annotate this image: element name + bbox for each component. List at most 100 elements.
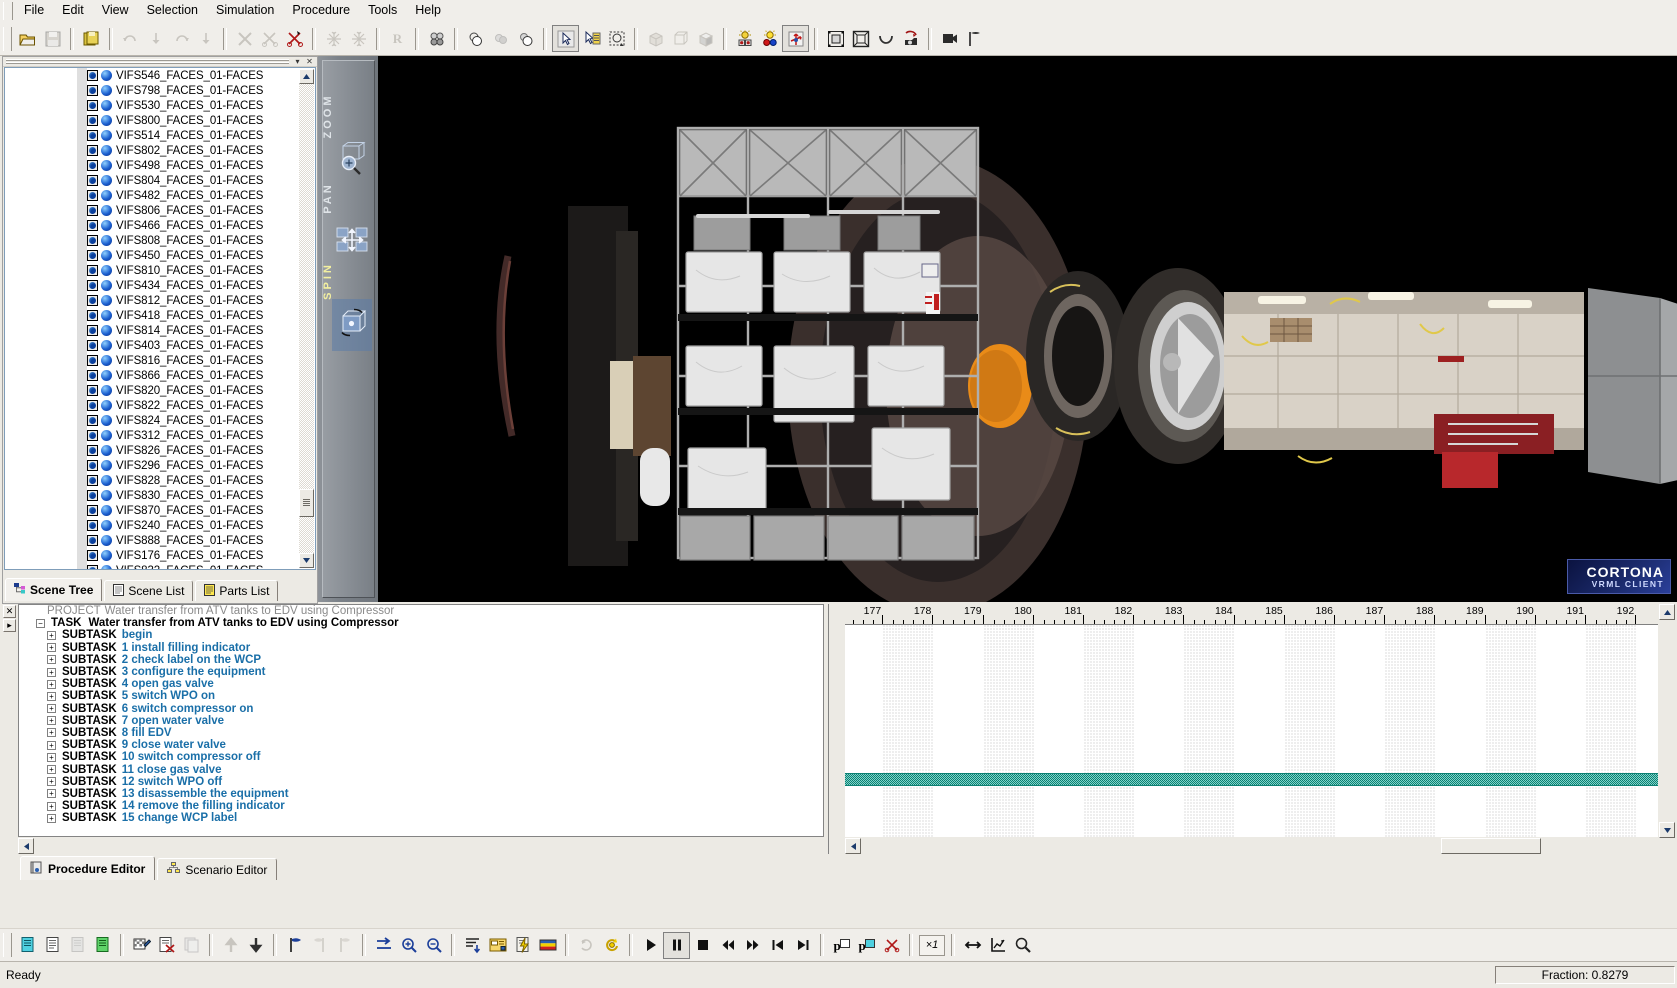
bottom-view-button[interactable] (873, 26, 898, 51)
rewind-button[interactable] (715, 933, 740, 958)
fit-all-button[interactable] (848, 26, 873, 51)
visibility-icon[interactable] (87, 490, 98, 501)
visibility-icon[interactable] (87, 70, 98, 81)
collision-button[interactable] (424, 26, 449, 51)
goto-time-button[interactable] (371, 933, 396, 958)
find-button[interactable] (1010, 933, 1035, 958)
scene-tree-item[interactable]: VIFS466_FACES_01-FACES (5, 218, 300, 233)
procedure-tree[interactable]: PROJECT Water transfer from ATV tanks to … (18, 604, 824, 837)
hide-button[interactable] (488, 26, 513, 51)
show-all-button[interactable] (463, 26, 488, 51)
save-all-button[interactable] (79, 26, 104, 51)
scene-tree-item[interactable]: VIFS418_FACES_01-FACES (5, 308, 300, 323)
new-subtask-button[interactable] (65, 933, 90, 958)
set-keyframe-button[interactable] (282, 933, 307, 958)
procedure-subtask-row[interactable]: + SUBTASK 6 switch compressor on (19, 703, 823, 715)
visibility-icon[interactable] (87, 205, 98, 216)
reset-button[interactable]: R (385, 26, 410, 51)
scroll-up-arrow[interactable] (299, 69, 314, 84)
stop-button[interactable] (690, 933, 715, 958)
tab-scene-list[interactable]: Scene List (104, 580, 194, 601)
viewpoint-button[interactable] (937, 26, 962, 51)
scene-tree-item[interactable]: VIFS814_FACES_01-FACES (5, 323, 300, 338)
visibility-icon[interactable] (87, 175, 98, 186)
axis-manipulator-button[interactable] (782, 25, 809, 52)
subtask-expand-toggle[interactable]: + (47, 667, 56, 677)
menu-item-selection[interactable]: Selection (138, 1, 207, 21)
lights-off-button[interactable] (732, 26, 757, 51)
visibility-icon[interactable] (87, 415, 98, 426)
timeline-hscroll-left[interactable] (845, 838, 861, 854)
visibility-icon[interactable] (87, 325, 98, 336)
visibility-icon[interactable] (87, 160, 98, 171)
cut-link-button[interactable] (257, 26, 282, 51)
subtask-expand-toggle[interactable]: + (47, 752, 56, 762)
visibility-icon[interactable] (87, 550, 98, 561)
visibility-icon[interactable] (87, 295, 98, 306)
subtask-expand-toggle[interactable]: + (47, 704, 56, 714)
subtask-expand-toggle[interactable]: + (47, 716, 56, 726)
visibility-icon[interactable] (87, 370, 98, 381)
toolbar-grip[interactable] (3, 26, 12, 51)
visibility-icon[interactable] (87, 400, 98, 411)
zoom-out-button[interactable] (421, 933, 446, 958)
procedure-expand-button[interactable]: ▸ (3, 619, 16, 632)
render-solid-button[interactable] (643, 26, 668, 51)
procedure-subtask-row[interactable]: + SUBTASK 8 fill EDV (19, 727, 823, 739)
visibility-icon[interactable] (87, 445, 98, 456)
menu-item-file[interactable]: File (15, 1, 53, 21)
cancel-simulation-button[interactable] (879, 933, 904, 958)
scene-tree-item[interactable]: VIFS826_FACES_01-FACES (5, 443, 300, 458)
scene-tree-item[interactable]: VIFS403_FACES_01-FACES (5, 338, 300, 353)
procedure-subtask-row[interactable]: + SUBTASK 3 configure the equipment (19, 666, 823, 678)
vscroll-track[interactable] (299, 84, 314, 553)
scene-tree-item[interactable]: VIFS176_FACES_01-FACES (5, 548, 300, 563)
prev-keyframe-button[interactable] (307, 933, 332, 958)
scene-tree-item[interactable]: VIFS806_FACES_01-FACES (5, 203, 300, 218)
skip-start-button[interactable] (765, 933, 790, 958)
procedure-subtask-row[interactable]: + SUBTASK 13 disassemble the equipment (19, 788, 823, 800)
procedure-subtask-row[interactable]: + SUBTASK 2 check label on the WCP (19, 654, 823, 666)
scene-tree-list[interactable]: VIFS546_FACES_01-FACES VIFS798_FACES_01-F… (5, 68, 300, 569)
procedure-subtask-row[interactable]: + SUBTASK 5 switch WPO on (19, 690, 823, 702)
pick-properties-button[interactable] (579, 26, 604, 51)
new-task-button[interactable] (40, 933, 65, 958)
delete-item-button[interactable] (154, 933, 179, 958)
visibility-icon[interactable] (87, 250, 98, 261)
timeline-hscrollbar[interactable] (845, 838, 1658, 854)
subtask-expand-toggle[interactable]: + (47, 643, 56, 653)
visibility-icon[interactable] (87, 310, 98, 321)
subtask-expand-toggle[interactable]: + (47, 679, 56, 689)
timeline-vscrollbar[interactable] (1659, 604, 1675, 854)
scene-tree-item[interactable]: VIFS804_FACES_01-FACES (5, 173, 300, 188)
bottom-toolbar-grip[interactable] (3, 933, 12, 957)
subtask-expand-toggle[interactable]: + (47, 655, 56, 665)
new-procedure-button[interactable] (15, 933, 40, 958)
scene-tree-item[interactable]: VIFS866_FACES_01-FACES (5, 368, 300, 383)
panel-close-button[interactable]: ✕ (304, 57, 315, 66)
nav-spin-button[interactable]: SPIN (320, 262, 372, 369)
visibility-icon[interactable] (87, 130, 98, 141)
scene-tree-item[interactable]: VIFS530_FACES_01-FACES (5, 98, 300, 113)
visibility-icon[interactable] (87, 145, 98, 156)
scene-tree-item[interactable]: VIFS822_FACES_01-FACES (5, 398, 300, 413)
move-down-button[interactable] (243, 933, 268, 958)
subtask-expand-toggle[interactable]: + (47, 801, 56, 811)
tab-scenario-editor[interactable]: Scenario Editor (157, 858, 278, 880)
procedure-hscroll-left[interactable] (18, 838, 34, 854)
menu-item-view[interactable]: View (93, 1, 138, 21)
subtask-expand-toggle[interactable]: + (47, 777, 56, 787)
open-button[interactable] (15, 26, 40, 51)
visibility-icon[interactable] (87, 430, 98, 441)
visibility-icon[interactable] (87, 235, 98, 246)
timeline-activity-bar[interactable] (845, 773, 1658, 786)
scene-tree-vscrollbar[interactable] (299, 69, 314, 568)
visibility-icon[interactable] (87, 385, 98, 396)
menu-item-tools[interactable]: Tools (359, 1, 406, 21)
redo-button[interactable] (168, 26, 193, 51)
procedure-subtask-row[interactable]: + SUBTASK 9 close water valve (19, 739, 823, 751)
procedure-subtask-row[interactable]: + SUBTASK 7 open water valve (19, 715, 823, 727)
menubar-grip[interactable] (3, 2, 13, 20)
render-shaded-button[interactable] (693, 26, 718, 51)
3d-scene-render[interactable]: CORTONA VRML CLIENT (378, 56, 1677, 602)
